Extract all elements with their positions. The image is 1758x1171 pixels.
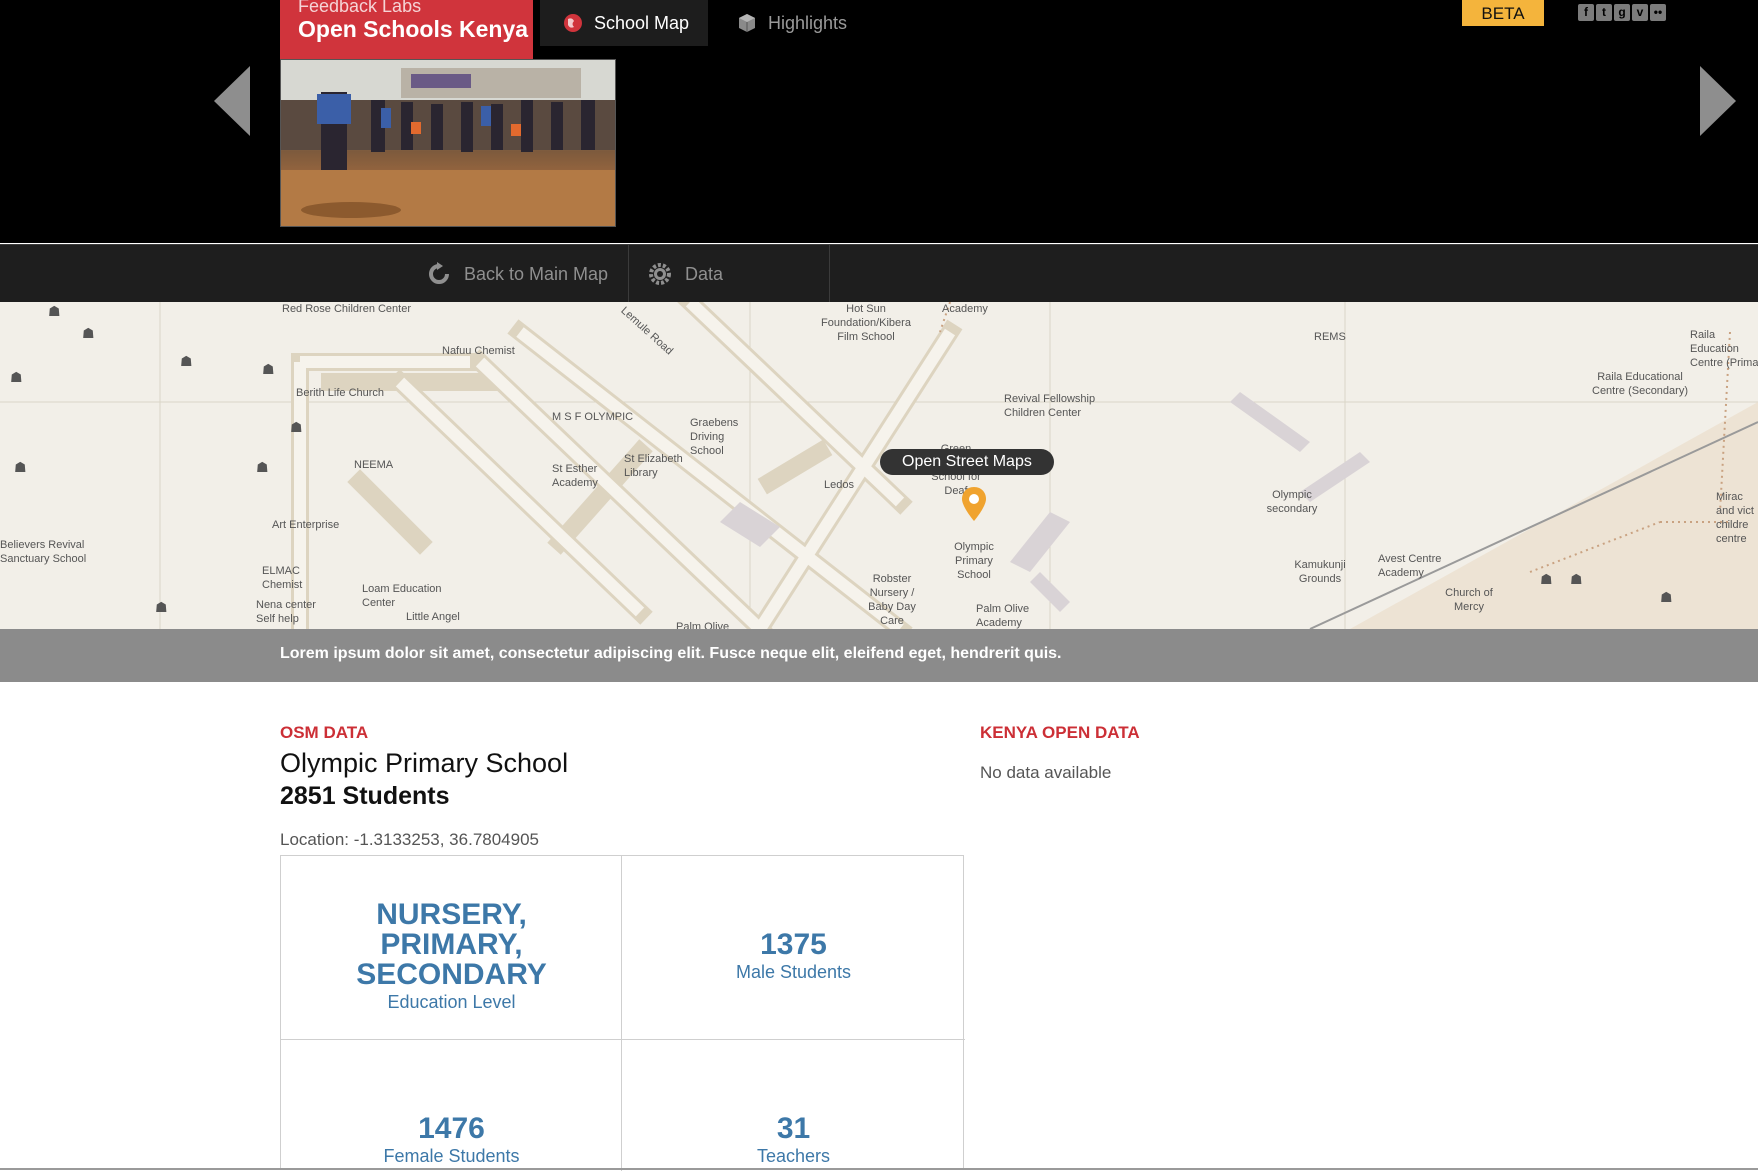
top-bar: Feedback Labs Open Schools Kenya School …	[0, 0, 1758, 243]
brand-title: Open Schools Kenya	[298, 16, 529, 42]
map-label: Palm Olive Academy	[976, 603, 1030, 629]
svg-text:☗: ☗	[262, 362, 275, 378]
school-location: Location: -1.3133253, 36.7804905	[280, 830, 540, 849]
map-label: St Esther Academy	[552, 463, 598, 489]
teachers-value: 31	[776, 1112, 811, 1145]
brand-block[interactable]: Feedback Labs Open Schools Kenya	[280, 0, 533, 59]
svg-text:☗: ☗	[14, 460, 27, 476]
school-name: Olympic Primary School	[280, 748, 569, 778]
school-photo	[280, 59, 616, 227]
data-button[interactable]: Data	[628, 245, 830, 303]
map-label: Academy	[942, 303, 988, 315]
svg-text:☗: ☗	[1660, 590, 1673, 606]
refresh-icon	[429, 262, 449, 284]
map-label: Olympic Primary School	[954, 541, 994, 581]
school-map[interactable]: ☗ ☗ ☗ ☗ ☗ ☗ ☗ ☗ ☗ ☗ ☗ ☗ Red Rose Children Center…	[0, 302, 1758, 629]
map-label: Nafuu Chemist	[442, 345, 515, 357]
map-label: Loam Education Center	[362, 583, 442, 609]
teachers-cell: 31 Teachers	[623, 1114, 964, 1167]
twitter-icon[interactable]: t	[1596, 4, 1612, 21]
map-label: Graebens Driving School	[690, 417, 739, 457]
beta-badge: BETA	[1462, 0, 1544, 26]
svg-text:☗: ☗	[1540, 572, 1553, 588]
map-label: Raila Educational Centre (Secondary)	[1592, 371, 1688, 397]
map-label: Raila Education Centre (Prima	[1690, 329, 1758, 369]
map-label: St Elizabeth Library	[624, 453, 683, 479]
female-students-value: 1476	[418, 1112, 485, 1145]
stats-grid: NURSERY, PRIMARY, SECONDARY Education Le…	[280, 855, 965, 1171]
map-label: Church of Mercy	[1445, 587, 1493, 613]
female-students-label: Female Students	[383, 1146, 520, 1166]
kenya-open-data-heading: KENYA OPEN DATA	[980, 723, 1140, 742]
map-label: Palm Olive	[676, 621, 730, 629]
svg-text:☗: ☗	[256, 460, 269, 476]
gear-icon	[649, 263, 671, 285]
education-level-value: NURSERY, PRIMARY, SECONDARY	[356, 898, 547, 991]
map-label: NEEMA	[354, 459, 394, 471]
svg-text:☗: ☗	[155, 600, 168, 616]
data-label: Data	[685, 263, 724, 284]
grid-divider	[281, 1039, 965, 1040]
male-students-label: Male Students	[735, 962, 852, 982]
map-label: Berith Life Church	[296, 387, 385, 399]
map-label: Art Enterprise	[272, 519, 340, 531]
globe-icon	[564, 14, 582, 32]
next-arrow-icon[interactable]	[1700, 66, 1736, 136]
svg-text:☗: ☗	[10, 370, 23, 386]
svg-text:☗: ☗	[82, 326, 95, 342]
tab-highlights-label: Highlights	[768, 12, 848, 33]
map-label: Nena center Self help	[256, 599, 316, 625]
education-level-label: Education Level	[387, 992, 516, 1012]
map-label: M S F OLYMPIC	[552, 411, 634, 423]
tab-school-map[interactable]: School Map	[540, 0, 708, 46]
crowd-photo-image	[281, 60, 615, 226]
facebook-icon[interactable]: f	[1578, 4, 1594, 21]
tab-school-map-label: School Map	[594, 12, 690, 33]
cube-icon	[739, 14, 755, 32]
google-plus-icon[interactable]: g	[1614, 4, 1630, 21]
previous-arrow-icon[interactable]	[214, 66, 250, 136]
map-label: Believers Revival Sanctuary School	[0, 539, 87, 565]
svg-text:☗: ☗	[48, 304, 61, 320]
male-students-cell: 1375 Male Students	[623, 930, 964, 983]
map-pin-icon[interactable]	[960, 485, 988, 525]
map-label: Kamukunji Grounds	[1294, 559, 1346, 585]
teachers-label: Teachers	[756, 1146, 831, 1166]
brand-subtitle: Feedback Labs	[298, 0, 422, 16]
no-data-message: No data available	[980, 763, 1112, 782]
social-links: f t g v ••	[1578, 4, 1666, 21]
male-students-value: 1375	[760, 928, 827, 961]
svg-text:☗: ☗	[180, 354, 193, 370]
student-count: 2851 Students	[280, 782, 450, 810]
banner-text: Lorem ipsum dolor sit amet, consectetur …	[280, 645, 1062, 662]
education-level-cell: NURSERY, PRIMARY, SECONDARY Education Le…	[281, 900, 622, 1013]
flickr-icon[interactable]: ••	[1650, 4, 1666, 21]
map-label: Red Rose Children Center	[282, 303, 412, 315]
vimeo-icon[interactable]: v	[1632, 4, 1648, 21]
sub-navigation: Back to Main Map Data	[0, 244, 1758, 303]
back-to-main-map-button[interactable]: Back to Main Map	[426, 245, 626, 303]
map-label: Hot Sun Foundation/Kibera Film School	[821, 303, 911, 343]
info-banner: Lorem ipsum dolor sit amet, consectetur …	[0, 629, 1758, 682]
tab-highlights[interactable]: Highlights	[736, 0, 876, 46]
osm-data-heading: OSM DATA	[280, 723, 369, 742]
map-label: Mirac and vict childre centre	[1716, 491, 1754, 545]
map-label: Avest Centre Academy	[1378, 553, 1442, 579]
map-label: Revival Fellowship Children Center	[1004, 393, 1096, 419]
map-label: Ledos	[824, 479, 854, 491]
map-label: ELMAC Chemist	[262, 565, 303, 591]
svg-text:☗: ☗	[1570, 572, 1583, 588]
svg-text:☗: ☗	[290, 420, 303, 436]
female-students-cell: 1476 Female Students	[281, 1114, 622, 1167]
map-label: Little Angel	[406, 611, 460, 623]
map-label: Olympic secondary	[1266, 489, 1318, 515]
back-to-main-map-label: Back to Main Map	[464, 263, 609, 284]
map-label: Robster Nursery / Baby Day Care Center	[868, 573, 916, 627]
map-tooltip: Open Street Maps	[880, 449, 1054, 475]
map-label: REMS	[1314, 331, 1346, 343]
